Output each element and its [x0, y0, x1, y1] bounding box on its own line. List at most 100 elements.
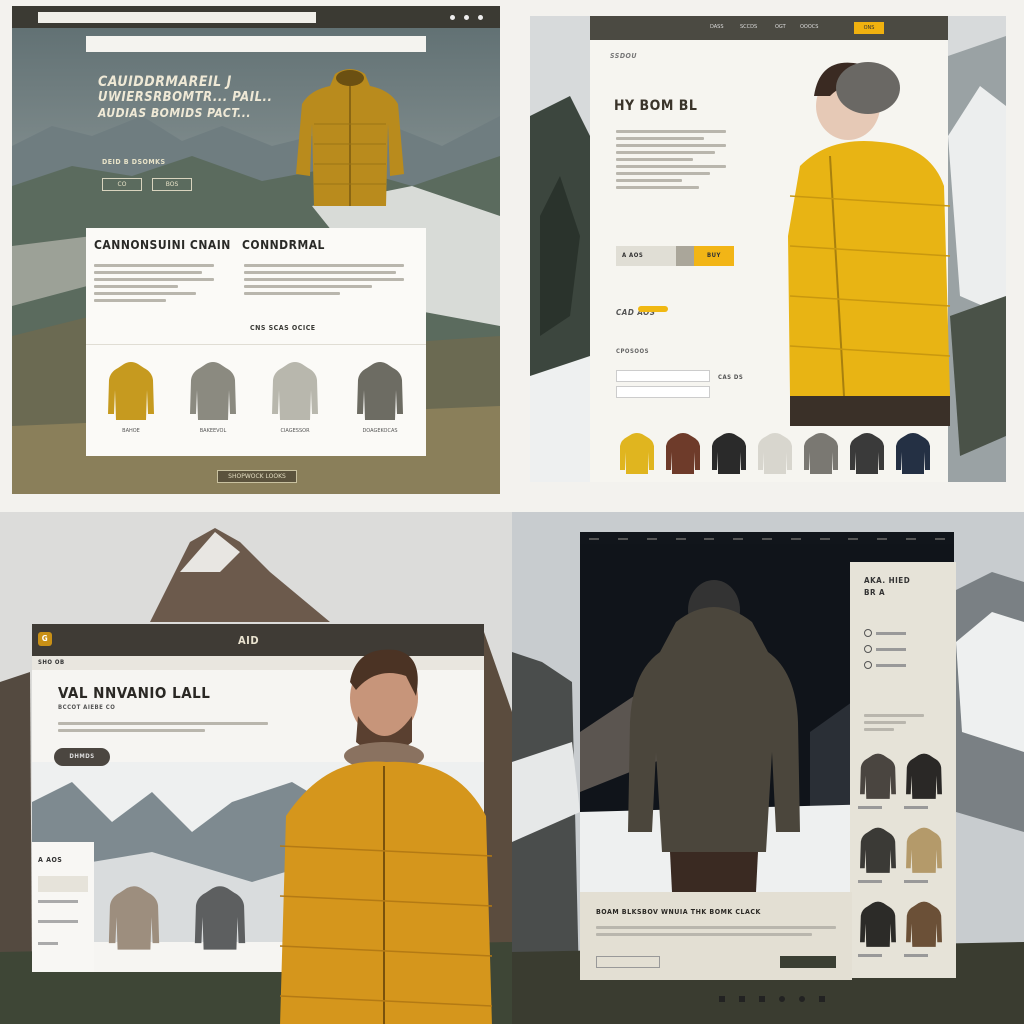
- product-item[interactable]: CIAGESSOR: [270, 360, 320, 434]
- social-icon[interactable]: [759, 996, 765, 1002]
- product-thumbnail-icon[interactable]: [804, 433, 838, 474]
- top-nav-item[interactable]: OOOCS: [800, 24, 818, 30]
- product-label: DOAGEKOCAS: [362, 428, 398, 434]
- product-thumbnail-icon[interactable]: [896, 433, 930, 474]
- input-field[interactable]: [616, 386, 710, 398]
- window-dot-icon[interactable]: [464, 15, 469, 20]
- social-icon[interactable]: [739, 996, 745, 1002]
- logo[interactable]: SSDOU: [610, 52, 637, 60]
- sweater-icon[interactable]: [190, 884, 250, 954]
- top-nav-item[interactable]: [675, 537, 686, 540]
- cta-button[interactable]: DHMDS: [54, 748, 110, 766]
- hero-headline: UWIERSRBOMTR... PAIL..: [98, 90, 273, 105]
- product-label: [858, 880, 882, 883]
- card-link[interactable]: CNS SCAS OCICE: [250, 324, 316, 332]
- side-link[interactable]: CAS DS: [718, 374, 743, 381]
- text-block: [58, 718, 268, 736]
- top-nav-item[interactable]: [905, 537, 916, 540]
- hero-jacket-image: [296, 69, 404, 206]
- footer-button[interactable]: SHOPWOCK LOOKS: [217, 470, 297, 483]
- product-thumbnail-icon[interactable]: [712, 433, 746, 474]
- product-label: [904, 954, 928, 957]
- top-nav-item[interactable]: SCCDS: [740, 24, 757, 30]
- top-nav-item[interactable]: [733, 537, 744, 540]
- app-logo[interactable]: G: [38, 632, 52, 646]
- product-thumbnail-icon[interactable]: [666, 433, 700, 474]
- address-bar[interactable]: [38, 12, 316, 23]
- card-title: CONNDRMAL: [242, 238, 325, 252]
- content-card: CANNONSUINI CNAIN CONNDRMAL CNS SCAS OCI…: [86, 228, 426, 456]
- side-panel-title: A AOS: [38, 856, 63, 864]
- card-title: CANNONSUINI CNAIN: [94, 238, 231, 252]
- product-item[interactable]: BAHOE: [106, 360, 156, 434]
- product-item[interactable]: [904, 826, 944, 886]
- product-label: [858, 954, 882, 957]
- product-item[interactable]: [904, 752, 944, 812]
- product-label: [904, 806, 928, 809]
- q2-website-mockup: DASS SCCDS OGT OOOCS ONS SSDOU HY BOM BL…: [530, 16, 1006, 482]
- product-item[interactable]: DOAGEKOCAS: [352, 360, 408, 434]
- jacket-icon: [906, 753, 942, 799]
- top-nav-item[interactable]: [646, 537, 657, 540]
- jacket-icon: [860, 753, 896, 799]
- top-nav-item[interactable]: [790, 537, 801, 540]
- top-nav-item[interactable]: [877, 537, 888, 540]
- jacket-icon: [906, 827, 942, 873]
- circle-icon[interactable]: [864, 629, 872, 637]
- circle-icon[interactable]: [864, 645, 872, 653]
- top-nav-item[interactable]: [618, 537, 629, 540]
- top-nav-item[interactable]: [848, 537, 859, 540]
- side-subtitle: BR A: [864, 588, 886, 597]
- add-to-cart-button[interactable]: BUY: [694, 246, 734, 266]
- bottom-button[interactable]: [780, 956, 836, 968]
- product-item[interactable]: BAKEEVOL: [188, 360, 238, 434]
- product-item[interactable]: [858, 752, 898, 812]
- man-orange-jacket-image: [279, 649, 493, 1024]
- top-nav-item[interactable]: [761, 537, 772, 540]
- product-label: BAHOE: [122, 428, 140, 434]
- hero-headline: VAL NNVANIO LALL: [58, 684, 211, 702]
- bottom-input[interactable]: [596, 956, 660, 968]
- product-item[interactable]: [858, 900, 898, 960]
- q4-website-mockup: AKA. HIED BR A BOAM BLKSBOV WNUIA THK BO…: [512, 512, 1024, 1024]
- jacket-icon: [860, 827, 896, 873]
- hero-headline: CAUIDDRMAREIL J: [98, 74, 232, 90]
- description-block: [616, 126, 726, 193]
- circle-icon[interactable]: [864, 661, 872, 669]
- top-nav-item[interactable]: [934, 537, 945, 540]
- product-item[interactable]: [904, 900, 944, 960]
- product-thumbnail-icon[interactable]: [620, 433, 654, 474]
- model-yellow-jacket-image: [788, 62, 951, 426]
- top-nav-item[interactable]: DASS: [710, 24, 724, 30]
- top-bar: DASS SCCDS OGT OOOCS ONS: [590, 16, 948, 40]
- footer-icons: [712, 996, 832, 1006]
- window-dot-icon[interactable]: [478, 15, 483, 20]
- top-nav-item[interactable]: [704, 537, 715, 540]
- jacket-icon: [357, 362, 403, 420]
- product-thumbnail-icon[interactable]: [758, 433, 792, 474]
- hero-headline: AUDIAS BOMIDS PACT...: [98, 106, 251, 120]
- top-nav-item[interactable]: [819, 537, 830, 540]
- rating-bar: [638, 306, 668, 312]
- product-item[interactable]: [858, 826, 898, 886]
- sub-bar-label[interactable]: SHO OB: [38, 659, 65, 666]
- social-icon[interactable]: [819, 996, 825, 1002]
- top-nav-item[interactable]: OGT: [775, 24, 786, 30]
- product-thumbnail-icon[interactable]: [850, 433, 884, 474]
- input-field[interactable]: [616, 370, 710, 382]
- top-cta-button[interactable]: ONS: [854, 22, 884, 34]
- social-icon[interactable]: [799, 996, 805, 1002]
- top-navigation: [86, 36, 426, 52]
- q1-website-mockup: CAUIDDRMAREIL J UWIERSRBOMTR... PAIL.. A…: [12, 6, 500, 494]
- product-label: [904, 880, 928, 883]
- hero-button[interactable]: CO: [102, 178, 142, 191]
- size-selector[interactable]: A AOS BUY: [616, 246, 734, 266]
- top-nav-item[interactable]: [589, 537, 600, 540]
- jacket-icon: [906, 901, 942, 947]
- bottom-title: BOAM BLKSBOV WNUIA THK BOMK CLACK: [596, 908, 761, 916]
- hero-button[interactable]: BOS: [152, 178, 192, 191]
- social-icon[interactable]: [719, 996, 725, 1002]
- window-dot-icon[interactable]: [450, 15, 455, 20]
- sweater-icon[interactable]: [104, 884, 164, 954]
- social-icon[interactable]: [779, 996, 785, 1002]
